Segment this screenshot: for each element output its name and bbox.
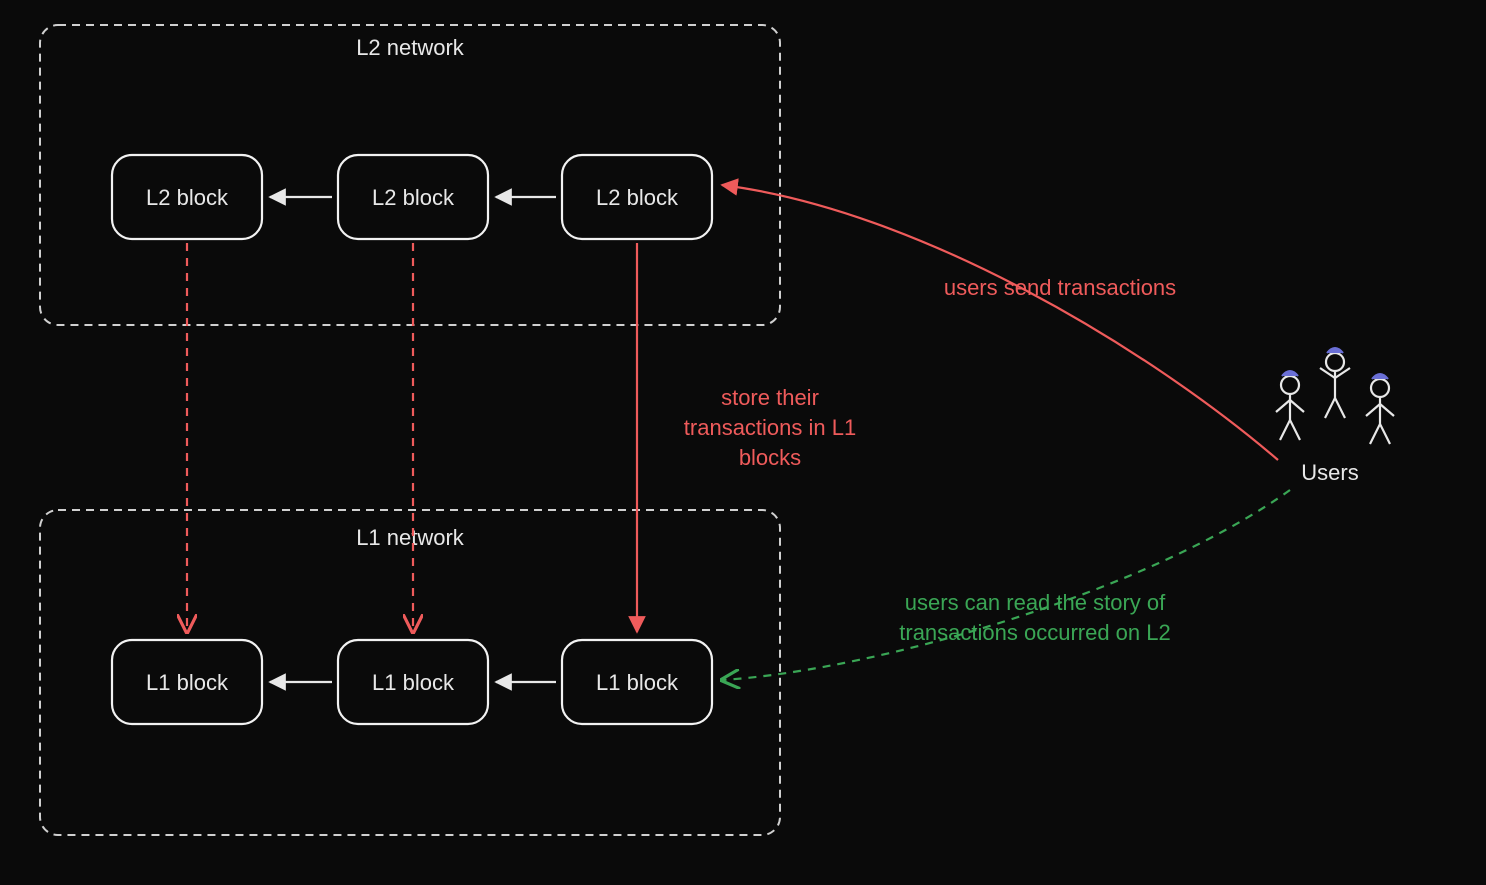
l2-block-2: L2 block bbox=[338, 155, 488, 239]
l2-block-1-label: L2 block bbox=[146, 185, 229, 210]
users-label: Users bbox=[1301, 460, 1358, 485]
l2-block-2-label: L2 block bbox=[372, 185, 455, 210]
store-annotation-line2: transactions in L1 bbox=[684, 415, 856, 440]
users-send-annotation: users send transactions bbox=[944, 275, 1176, 300]
user-figure-2 bbox=[1320, 348, 1350, 418]
l1-block-2: L1 block bbox=[338, 640, 488, 724]
read-annotation-line1: users can read the story of bbox=[905, 590, 1166, 615]
l1-block-2-label: L1 block bbox=[372, 670, 455, 695]
l2-network-box bbox=[40, 25, 780, 325]
user-figure-1 bbox=[1276, 371, 1304, 440]
store-annotation-line1: store their bbox=[721, 385, 819, 410]
l1-block-3-label: L1 block bbox=[596, 670, 679, 695]
store-annotation-line3: blocks bbox=[739, 445, 801, 470]
l2-block-3: L2 block bbox=[562, 155, 712, 239]
l1-block-1: L1 block bbox=[112, 640, 262, 724]
l1-block-3: L1 block bbox=[562, 640, 712, 724]
users-icon bbox=[1276, 348, 1394, 444]
user-figure-3 bbox=[1366, 374, 1394, 444]
arrow-users-read bbox=[722, 490, 1290, 680]
diagram-canvas: L2 network L2 block L2 block L2 block L1… bbox=[0, 0, 1486, 885]
l2-block-1: L2 block bbox=[112, 155, 262, 239]
read-annotation-line2: transactions occurred on L2 bbox=[899, 620, 1171, 645]
l2-network-title: L2 network bbox=[356, 35, 465, 60]
l1-network-title: L1 network bbox=[356, 525, 465, 550]
l2-block-3-label: L2 block bbox=[596, 185, 679, 210]
l1-block-1-label: L1 block bbox=[146, 670, 229, 695]
